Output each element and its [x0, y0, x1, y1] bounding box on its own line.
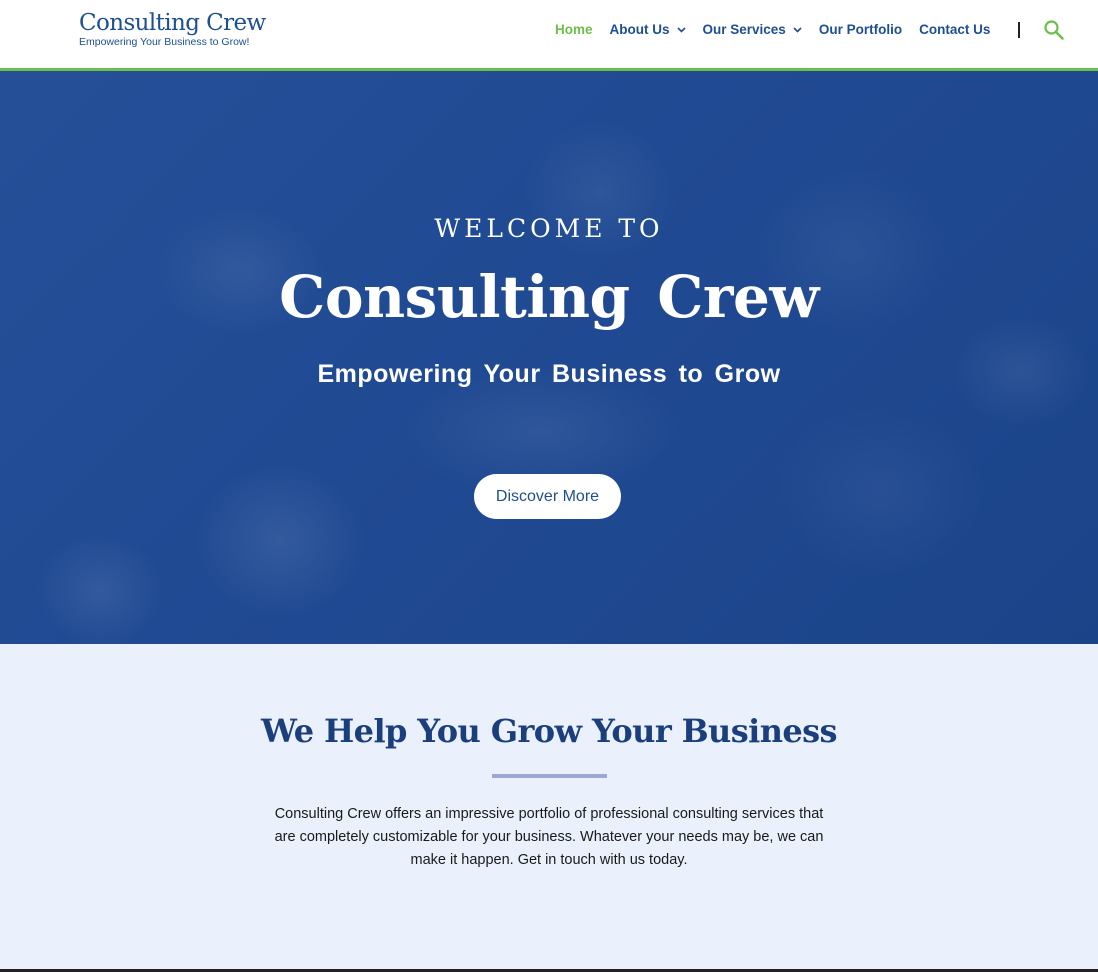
- intro-divider: [492, 774, 607, 778]
- search-icon: [1044, 20, 1064, 40]
- search-button[interactable]: [1043, 19, 1065, 41]
- site-tagline: Empowering Your Business to Grow!: [79, 36, 250, 48]
- chevron-down-icon: [676, 26, 686, 33]
- nav-label: Contact Us: [919, 22, 991, 37]
- nav-item-our-portfolio[interactable]: Our Portfolio: [819, 22, 902, 37]
- discover-more-button[interactable]: Discover More: [474, 474, 621, 519]
- hero-image-overlay: [0, 71, 1098, 644]
- nav-item-home[interactable]: Home: [555, 22, 593, 37]
- nav-item-contact-us[interactable]: Contact Us: [919, 22, 990, 37]
- hero-section: WELCOME TO Consulting Crew Empowering Yo…: [0, 71, 1098, 644]
- hero-subtitle: Empowering Your Business to Grow: [317, 360, 781, 388]
- nav-label: About Us: [609, 22, 670, 37]
- nav-item-our-services[interactable]: Our Services: [703, 22, 802, 37]
- intro-text: Consulting Crew offers an impressive por…: [274, 806, 824, 868]
- main-nav: Home About Us Our Services Our Portfolio…: [555, 22, 1007, 37]
- hero-title: Consulting Crew: [279, 263, 819, 331]
- nav-item-about-us[interactable]: About Us: [610, 22, 686, 37]
- hero-welcome: WELCOME TO: [434, 214, 664, 243]
- chevron-down-icon: [793, 26, 802, 33]
- site-header: Consulting Crew Empowering Your Business…: [0, 0, 1098, 71]
- site-name[interactable]: Consulting Crew: [79, 10, 266, 36]
- intro-title: We Help You Grow Your Business: [261, 712, 838, 750]
- nav-label: Our Portfolio: [818, 22, 903, 37]
- nav-label: Our Services: [702, 22, 786, 37]
- site-logo[interactable]: Consulting Crew Empowering Your Business…: [79, 10, 266, 48]
- nav-label: Home: [555, 22, 593, 37]
- nav-divider: [1018, 22, 1020, 38]
